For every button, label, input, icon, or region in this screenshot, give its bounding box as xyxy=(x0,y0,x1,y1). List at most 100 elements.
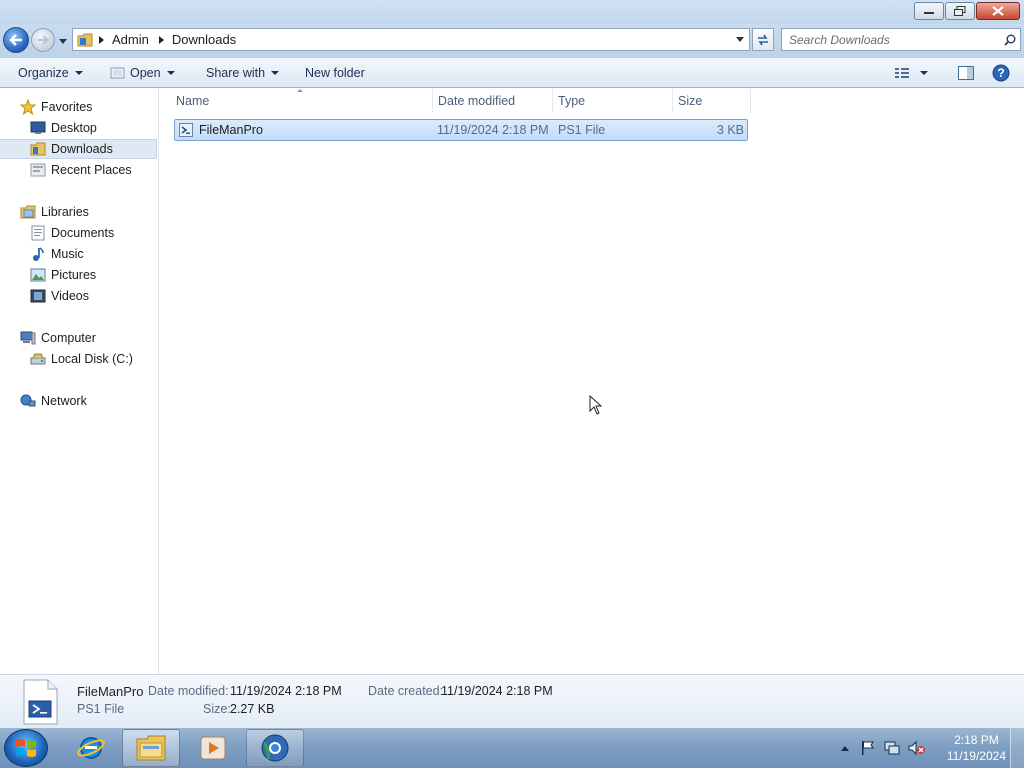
details-file-name: FileManPro xyxy=(77,684,144,699)
mouse-cursor-icon xyxy=(589,395,603,415)
details-size-label: Size: xyxy=(203,702,231,716)
new-folder-label: New folder xyxy=(305,65,365,80)
nav-item-desktop[interactable]: Desktop xyxy=(0,118,157,138)
breadcrumb-admin[interactable]: Admin xyxy=(112,32,149,47)
nav-item-documents[interactable]: Documents xyxy=(0,223,157,243)
back-button[interactable] xyxy=(3,27,29,53)
close-icon xyxy=(992,6,1004,16)
local-disk-icon xyxy=(29,351,47,367)
column-header-size[interactable]: Size xyxy=(672,89,750,113)
nav-label: Videos xyxy=(51,289,89,303)
action-center-icon[interactable] xyxy=(860,740,876,756)
taskbar-internet-explorer[interactable] xyxy=(62,729,120,767)
nav-item-music[interactable]: Music xyxy=(0,244,157,264)
column-header-label: Date modified xyxy=(438,94,516,108)
search-icon[interactable] xyxy=(1000,34,1020,46)
star-icon xyxy=(19,99,37,115)
column-header-label: Type xyxy=(558,94,586,108)
file-list-pane: Name Date modified Type Size FileManPro … xyxy=(160,89,1024,674)
organize-button[interactable]: Organize xyxy=(18,58,83,87)
nav-label: Computer xyxy=(41,331,96,345)
column-header-date-modified[interactable]: Date modified xyxy=(432,89,552,113)
folder-icon xyxy=(77,33,93,46)
nav-item-favorites[interactable]: Favorites xyxy=(0,97,157,117)
preview-pane-icon xyxy=(958,65,974,80)
window-controls xyxy=(913,2,1020,20)
preview-pane-button[interactable] xyxy=(958,58,974,87)
share-with-label: Share with xyxy=(206,65,266,80)
nav-label: Downloads xyxy=(51,142,113,156)
table-row[interactable]: FileManPro 11/19/2024 2:18 PM PS1 File 3… xyxy=(174,119,748,141)
nav-label: Documents xyxy=(51,226,115,240)
details-date-created-value: 11/19/2024 2:18 PM xyxy=(441,684,553,698)
breadcrumb: Admin Downloads xyxy=(73,29,731,50)
music-icon xyxy=(29,246,47,262)
volume-muted-icon[interactable] xyxy=(908,740,926,756)
videos-icon xyxy=(29,288,47,304)
column-header-type[interactable]: Type xyxy=(552,89,672,113)
help-button[interactable]: ? xyxy=(992,58,1010,87)
chevron-down-icon xyxy=(736,37,744,42)
minimize-icon xyxy=(924,12,934,14)
clock-date: 11/19/2024 xyxy=(946,749,1006,763)
minimize-button[interactable] xyxy=(914,2,944,20)
nav-label: Recent Places xyxy=(51,163,132,177)
details-date-modified-value: 11/19/2024 2:18 PM xyxy=(230,684,342,698)
change-view-button[interactable] xyxy=(894,58,928,87)
svg-text:?: ? xyxy=(997,66,1004,80)
nav-item-recent-places[interactable]: Recent Places xyxy=(0,160,157,180)
nav-item-pictures[interactable]: Pictures xyxy=(0,265,157,285)
start-button[interactable] xyxy=(4,729,48,767)
new-folder-button[interactable]: New folder xyxy=(305,58,365,87)
address-row: Admin Downloads xyxy=(0,24,1024,58)
nav-item-computer[interactable]: Computer xyxy=(0,328,157,348)
computer-icon xyxy=(19,330,37,346)
nav-item-local-disk[interactable]: Local Disk (C:) xyxy=(0,349,157,369)
command-bar: Organize Open Share with New folder ? xyxy=(0,58,1024,88)
show-desktop-button[interactable] xyxy=(1010,728,1024,768)
search-box xyxy=(781,28,1021,51)
taskbar: 2:18 PM 11/19/2024 xyxy=(0,728,1024,768)
nav-label: Libraries xyxy=(41,205,89,219)
powershell-script-icon xyxy=(179,123,193,137)
breadcrumb-separator xyxy=(99,35,104,44)
column-header-label: Name xyxy=(176,94,210,108)
column-header-name[interactable]: Name xyxy=(170,89,432,113)
view-controls: ? xyxy=(894,58,1024,87)
open-with-icon xyxy=(110,67,125,78)
internet-explorer-icon xyxy=(77,737,105,759)
share-with-button[interactable]: Share with xyxy=(206,58,280,87)
recent-pages-dropdown[interactable] xyxy=(58,36,68,46)
restore-button[interactable] xyxy=(945,2,975,20)
address-bar[interactable]: Admin Downloads xyxy=(72,28,750,51)
column-divider[interactable] xyxy=(750,89,751,113)
breadcrumb-downloads[interactable]: Downloads xyxy=(172,32,236,47)
back-arrow-icon xyxy=(9,34,22,46)
search-input[interactable] xyxy=(789,32,1000,47)
help-icon: ? xyxy=(992,64,1010,81)
notification-area xyxy=(840,728,926,768)
nav-item-network[interactable]: Network xyxy=(0,391,157,411)
sort-ascending-icon xyxy=(297,89,303,92)
address-dropdown[interactable] xyxy=(731,29,749,50)
taskbar-windows-explorer[interactable] xyxy=(122,729,180,767)
open-button[interactable]: Open xyxy=(110,58,175,87)
taskbar-browser[interactable] xyxy=(246,729,304,767)
nav-item-downloads[interactable]: Downloads xyxy=(0,139,157,159)
refresh-button[interactable] xyxy=(752,28,774,51)
close-button[interactable] xyxy=(976,2,1020,20)
network-status-icon[interactable] xyxy=(884,740,900,756)
documents-icon xyxy=(29,225,47,241)
organize-label: Organize xyxy=(18,65,69,80)
nav-item-videos[interactable]: Videos xyxy=(0,286,157,306)
column-header-label: Size xyxy=(678,94,703,108)
nav-item-libraries[interactable]: Libraries xyxy=(0,202,157,222)
taskbar-media-player[interactable] xyxy=(184,729,242,767)
system-clock[interactable]: 2:18 PM 11/19/2024 xyxy=(947,732,1006,764)
network-icon xyxy=(19,393,37,409)
forward-button[interactable] xyxy=(31,28,55,52)
show-hidden-icons-button[interactable] xyxy=(840,744,850,752)
downloads-folder-icon xyxy=(29,141,47,157)
windows-logo-icon xyxy=(16,739,36,757)
title-bar xyxy=(0,0,1024,24)
